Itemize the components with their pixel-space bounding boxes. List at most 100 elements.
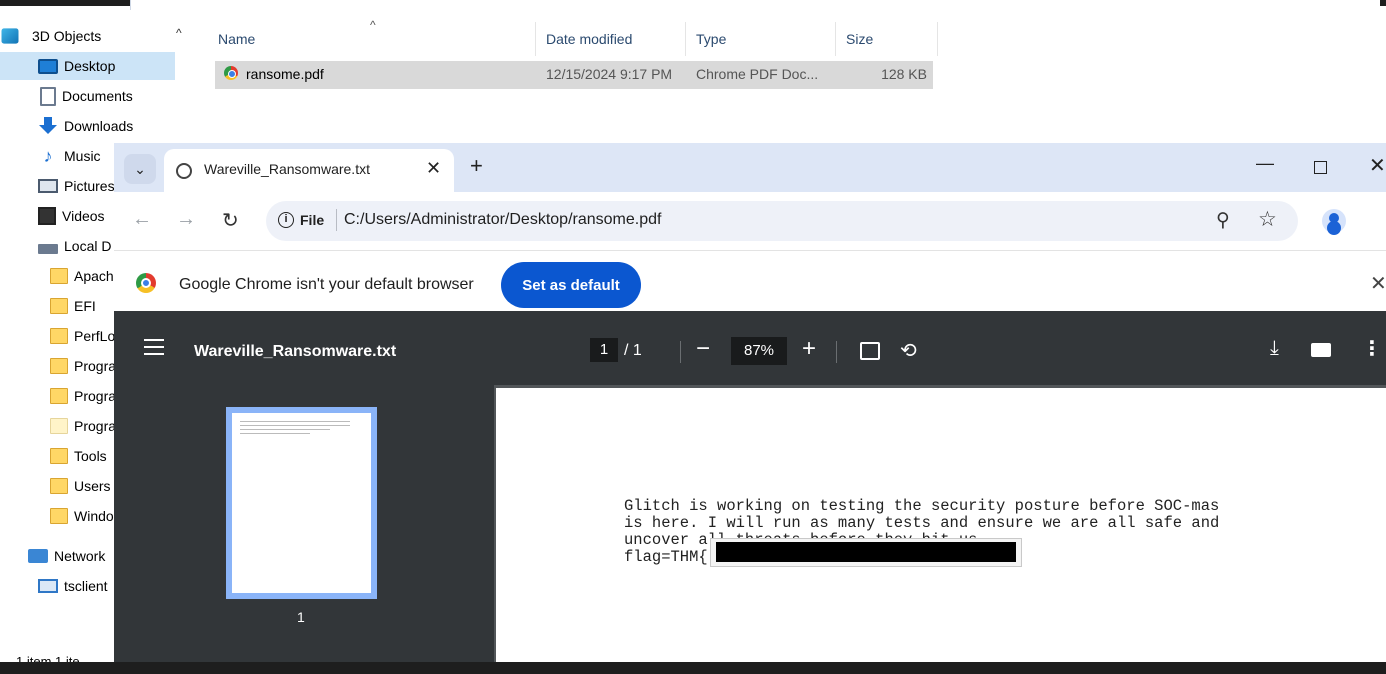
nav-label: PerfLo <box>74 328 116 344</box>
3d-objects-icon <box>1 28 19 44</box>
infobar-message: Google Chrome isn't your default browser <box>179 276 474 293</box>
column-name-label: Name <box>218 31 256 47</box>
documents-icon <box>40 86 56 106</box>
file-name: ransome.pdf <box>246 66 324 82</box>
pictures-icon <box>38 179 58 193</box>
thumb-text-line <box>240 433 310 434</box>
zoom-out-button[interactable]: − <box>696 335 710 363</box>
nav-item-3d-objects[interactable]: 3D Objects <box>0 22 175 50</box>
folder-icon <box>50 478 68 494</box>
chrome-window: ⌄ Wareville_Ransomware.txt ✕ + — ✕ ← → ↻… <box>114 143 1386 662</box>
pdf-page: Glitch is working on testing the securit… <box>496 388 1386 662</box>
pdf-line: Glitch is working on testing the securit… <box>624 497 1220 515</box>
pdf-toolbar: Wareville_Ransomware.txt 1 / 1 − 87% + ⟲… <box>114 311 1386 385</box>
bottom-edge <box>0 662 1386 674</box>
column-type-label: Type <box>696 31 727 47</box>
tab-search-button[interactable]: ⌄ <box>124 154 156 184</box>
folder-icon <box>50 298 68 314</box>
column-date[interactable]: Date modified <box>536 22 686 56</box>
bookmark-star-icon[interactable]: ☆ <box>1258 207 1277 232</box>
zoom-level-input[interactable]: 87% <box>731 337 787 365</box>
page-number-input[interactable]: 1 <box>590 338 618 362</box>
nav-label: Downloads <box>64 118 134 134</box>
pdf-viewer: Glitch is working on testing the securit… <box>494 385 1386 662</box>
scroll-up-icon[interactable]: ^ <box>176 26 182 40</box>
divider <box>680 341 681 363</box>
column-size-label: Size <box>846 31 874 47</box>
nav-label: Progra <box>74 418 117 434</box>
download-icon[interactable]: ⤓ <box>1270 337 1279 360</box>
thumb-text-line <box>240 425 350 426</box>
close-infobar-icon[interactable]: ✕ <box>1370 271 1386 296</box>
nav-label: Local D <box>64 238 112 254</box>
nav-label: Videos <box>62 208 105 224</box>
folder-icon <box>50 418 68 434</box>
set-default-button[interactable]: Set as default <box>501 262 641 308</box>
column-date-label: Date modified <box>546 31 633 47</box>
thumb-text-line <box>240 429 330 430</box>
page-total: / 1 <box>624 342 642 359</box>
maximize-button[interactable] <box>1314 161 1327 174</box>
nav-label: Apach <box>74 268 114 284</box>
nav-label: Windo <box>74 508 114 524</box>
downloads-icon <box>38 117 58 135</box>
url-text[interactable]: C:/Users/Administrator/Desktop/ransome.p… <box>344 211 661 229</box>
address-bar-fragment <box>130 0 1380 10</box>
music-icon: ♪ <box>43 146 53 166</box>
new-tab-button[interactable]: + <box>470 155 483 177</box>
menu-icon[interactable] <box>144 339 164 355</box>
nav-item-documents[interactable]: Documents <box>0 82 175 110</box>
nav-label: Network <box>54 548 106 564</box>
tab-strip: ⌄ Wareville_Ransomware.txt ✕ + — ✕ <box>114 143 1386 192</box>
folder-icon <box>50 388 68 404</box>
address-bar[interactable]: i File C:/Users/Administrator/Desktop/ra… <box>266 201 1298 241</box>
more-options-icon[interactable]: ⋮ <box>1362 336 1382 361</box>
pdf-title: Wareville_Ransomware.txt <box>194 343 397 360</box>
folder-icon <box>50 508 68 524</box>
zoom-icon[interactable]: ⚲ <box>1216 209 1230 232</box>
profile-avatar[interactable] <box>1322 209 1346 233</box>
reload-button[interactable]: ↻ <box>222 208 239 233</box>
videos-icon <box>38 207 56 225</box>
sort-ascending-icon: ^ <box>370 18 376 32</box>
nav-item-downloads[interactable]: Downloads <box>0 112 175 140</box>
divider <box>836 341 837 363</box>
folder-icon <box>50 268 68 284</box>
browser-toolbar: ← → ↻ i File C:/Users/Administrator/Desk… <box>114 192 1386 250</box>
zoom-in-button[interactable]: + <box>802 335 816 363</box>
thumbnail-pane: 1 <box>114 385 494 662</box>
nav-label: Desktop <box>64 58 116 74</box>
thumbnail-page-number: 1 <box>297 609 305 625</box>
file-row[interactable]: ransome.pdf 12/15/2024 9:17 PM Chrome PD… <box>215 61 933 89</box>
nav-label: Tools <box>74 448 107 464</box>
network-icon <box>28 549 48 563</box>
nav-label: 3D Objects <box>32 28 102 44</box>
minimize-button[interactable]: — <box>1256 153 1274 174</box>
back-button[interactable]: ← <box>132 208 152 231</box>
rotate-icon[interactable]: ⟲ <box>900 338 917 363</box>
tab-title: Wareville_Ransomware.txt <box>204 161 370 177</box>
fit-to-page-icon[interactable] <box>860 342 880 360</box>
nav-label: Documents <box>62 88 133 104</box>
chrome-pdf-icon <box>224 66 238 80</box>
scheme-chip[interactable]: File <box>300 212 324 228</box>
nav-item-desktop[interactable]: Desktop <box>0 52 175 80</box>
desktop-icon <box>38 58 58 74</box>
close-window-button[interactable]: ✕ <box>1369 153 1386 178</box>
page-thumbnail[interactable] <box>226 407 377 599</box>
print-icon[interactable] <box>1311 343 1331 357</box>
info-icon[interactable]: i <box>278 212 294 228</box>
nav-label: tsclient <box>64 578 108 594</box>
file-size: 128 KB <box>881 66 927 82</box>
folder-icon <box>50 358 68 374</box>
nav-label: EFI <box>74 298 96 314</box>
nav-label: Users <box>74 478 111 494</box>
nav-label: Pictures <box>64 178 115 194</box>
file-type: Chrome PDF Doc... <box>696 66 819 82</box>
close-tab-icon[interactable]: ✕ <box>426 158 441 179</box>
nav-label: Progra <box>74 388 117 404</box>
column-type[interactable]: Type <box>686 22 836 56</box>
column-size[interactable]: Size <box>836 22 938 56</box>
tab-active[interactable]: Wareville_Ransomware.txt ✕ <box>164 149 454 192</box>
forward-button[interactable]: → <box>176 208 196 231</box>
